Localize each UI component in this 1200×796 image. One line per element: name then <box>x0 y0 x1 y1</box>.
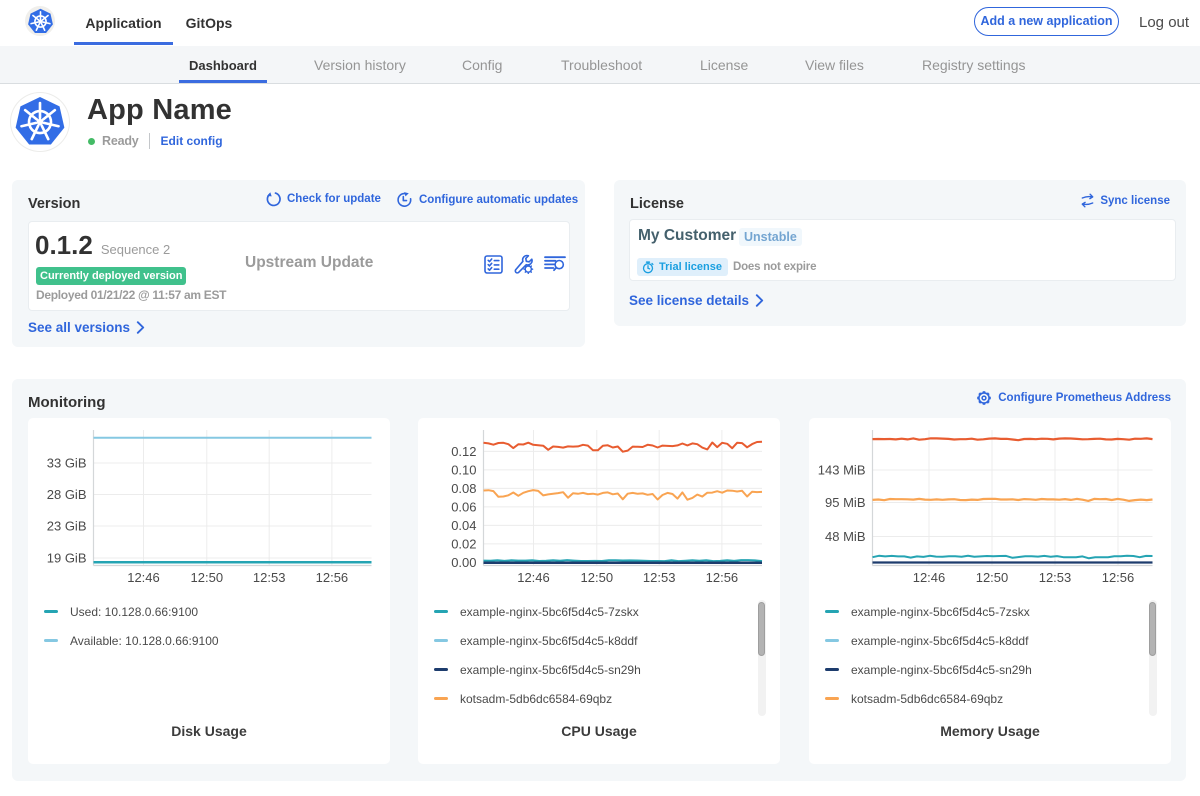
svg-text:12:53: 12:53 <box>643 570 676 585</box>
svg-text:0.04: 0.04 <box>451 518 476 533</box>
svg-text:95 MiB: 95 MiB <box>825 495 865 510</box>
svg-text:12:46: 12:46 <box>517 570 550 585</box>
svg-text:12:46: 12:46 <box>127 570 160 585</box>
svg-text:143 MiB: 143 MiB <box>818 463 866 478</box>
svg-text:12:53: 12:53 <box>1039 570 1072 585</box>
svg-text:12:56: 12:56 <box>316 570 349 585</box>
svg-text:0.00: 0.00 <box>451 555 476 570</box>
svg-text:0.02: 0.02 <box>451 536 476 551</box>
svg-text:33 GiB: 33 GiB <box>47 456 87 471</box>
svg-text:12:53: 12:53 <box>253 570 286 585</box>
svg-text:0.08: 0.08 <box>451 481 476 496</box>
svg-text:28 GiB: 28 GiB <box>47 487 87 502</box>
svg-text:48 MiB: 48 MiB <box>825 529 865 544</box>
svg-text:0.10: 0.10 <box>451 462 476 477</box>
svg-text:23 GiB: 23 GiB <box>47 519 87 534</box>
svg-text:12:56: 12:56 <box>1102 570 1135 585</box>
svg-text:19 GiB: 19 GiB <box>47 551 87 566</box>
svg-text:12:56: 12:56 <box>706 570 739 585</box>
svg-text:0.12: 0.12 <box>451 444 476 459</box>
svg-text:0.06: 0.06 <box>451 499 476 514</box>
svg-text:12:50: 12:50 <box>191 570 224 585</box>
svg-text:12:50: 12:50 <box>976 570 1009 585</box>
svg-text:12:50: 12:50 <box>581 570 614 585</box>
svg-text:12:46: 12:46 <box>913 570 946 585</box>
